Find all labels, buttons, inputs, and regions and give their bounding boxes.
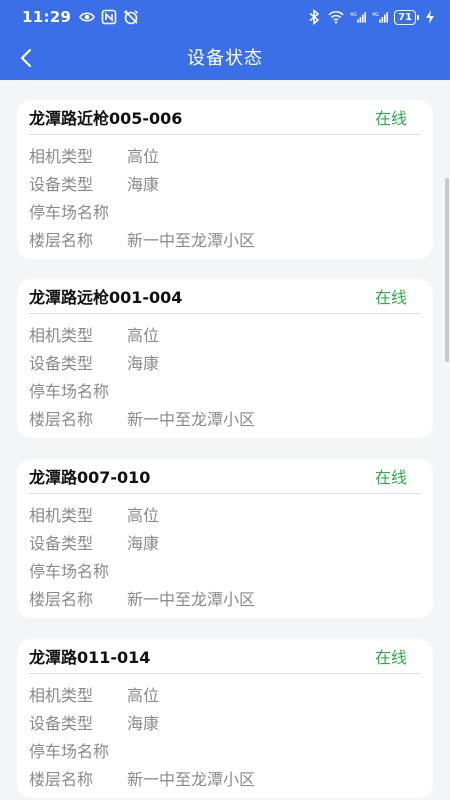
parking-name-row: 停车场名称 (29, 562, 421, 582)
device-status: 在线 (374, 468, 407, 487)
parking-name-label: 停车场名称 (29, 742, 110, 761)
camera-type-label: 相机类型 (29, 147, 94, 166)
device-name: 龙潭路011-014 (29, 648, 151, 667)
status-right-icons: 4G 4G 71 (306, 9, 438, 25)
camera-type-value: 高位 (127, 147, 160, 166)
svg-text:4G: 4G (350, 12, 357, 18)
parking-name-row: 停车场名称 (29, 203, 421, 223)
floor-name-value: 新一中至龙潭小区 (127, 590, 256, 609)
floor-name-label: 楼层名称 (29, 770, 94, 789)
alarm-off-icon (123, 9, 139, 25)
signal-icon-1: 4G (350, 9, 367, 25)
camera-type-row: 相机类型 高位 (29, 147, 421, 167)
parking-name-row: 停车场名称 (29, 382, 421, 402)
camera-type-value: 高位 (127, 686, 160, 705)
wifi-icon (328, 9, 344, 25)
camera-type-row: 相机类型 高位 (29, 506, 421, 526)
device-type-value: 海康 (127, 534, 160, 553)
svg-text:4G: 4G (372, 12, 379, 18)
device-type-row: 设备类型 海康 (29, 714, 421, 734)
device-type-value: 海康 (127, 354, 160, 373)
device-details: 相机类型 高位 设备类型 海康 停车场名称 楼层名称 新一中至龙潭小区 (29, 494, 421, 610)
app-bar: 设备状态 (0, 34, 450, 80)
floor-name-label: 楼层名称 (29, 231, 94, 250)
device-type-value: 海康 (127, 714, 160, 733)
back-button[interactable] (14, 45, 40, 71)
device-type-label: 设备类型 (29, 534, 94, 553)
device-name: 龙潭路远枪001-004 (29, 288, 183, 307)
camera-type-value: 高位 (127, 506, 160, 525)
parking-name-label: 停车场名称 (29, 203, 110, 222)
floor-name-value: 新一中至龙潭小区 (127, 770, 256, 789)
floor-name-label: 楼层名称 (29, 590, 94, 609)
bluetooth-icon (306, 9, 322, 25)
device-details: 相机类型 高位 设备类型 海康 停车场名称 楼层名称 新一中至龙潭小区 (29, 674, 421, 790)
charging-icon (422, 9, 438, 25)
device-name: 龙潭路007-010 (29, 468, 151, 487)
floor-name-row: 楼层名称 新一中至龙潭小区 (29, 770, 421, 790)
device-details: 相机类型 高位 设备类型 海康 停车场名称 楼层名称 新一中至龙潭小区 (29, 135, 421, 251)
eye-icon (79, 9, 96, 25)
device-card[interactable]: 龙潭路近枪005-006 在线 相机类型 高位 设备类型 海康 停车场名称 楼层… (17, 100, 433, 259)
camera-type-value: 高位 (127, 326, 160, 345)
battery-indicator: 71 (394, 9, 419, 25)
signal-icon-2: 4G (372, 9, 389, 25)
device-type-row: 设备类型 海康 (29, 175, 421, 195)
floor-name-value: 新一中至龙潭小区 (127, 410, 256, 429)
floor-name-label: 楼层名称 (29, 410, 94, 429)
page-title: 设备状态 (187, 48, 263, 69)
floor-name-value: 新一中至龙潭小区 (127, 231, 256, 250)
device-type-label: 设备类型 (29, 714, 94, 733)
floor-name-row: 楼层名称 新一中至龙潭小区 (29, 231, 421, 251)
camera-type-row: 相机类型 高位 (29, 326, 421, 346)
floor-name-row: 楼层名称 新一中至龙潭小区 (29, 590, 421, 610)
device-status: 在线 (374, 109, 407, 128)
device-type-label: 设备类型 (29, 354, 94, 373)
device-list[interactable]: 龙潭路近枪005-006 在线 相机类型 高位 设备类型 海康 停车场名称 楼层… (0, 80, 450, 800)
device-card-header: 龙潭路007-010 在线 (29, 459, 421, 494)
device-type-label: 设备类型 (29, 175, 94, 194)
device-details: 相机类型 高位 设备类型 海康 停车场名称 楼层名称 新一中至龙潭小区 (29, 314, 421, 430)
device-type-value: 海康 (127, 175, 160, 194)
camera-type-label: 相机类型 (29, 506, 94, 525)
floor-name-row: 楼层名称 新一中至龙潭小区 (29, 410, 421, 430)
camera-type-row: 相机类型 高位 (29, 686, 421, 706)
device-card[interactable]: 龙潭路011-014 在线 相机类型 高位 设备类型 海康 停车场名称 楼层名称… (17, 639, 433, 798)
status-bar: 11:29 4G 4G 71 (0, 0, 450, 34)
device-type-row: 设备类型 海康 (29, 354, 421, 374)
chevron-left-icon (20, 48, 32, 68)
parking-name-row: 停车场名称 (29, 742, 421, 762)
camera-type-label: 相机类型 (29, 686, 94, 705)
device-card-header: 龙潭路远枪001-004 在线 (29, 279, 421, 314)
device-type-row: 设备类型 海康 (29, 534, 421, 554)
device-status: 在线 (374, 288, 407, 307)
status-time: 11:29 (22, 8, 72, 26)
nfc-icon (101, 9, 117, 25)
scrollbar[interactable] (445, 178, 449, 362)
device-card-header: 龙潭路近枪005-006 在线 (29, 100, 421, 135)
parking-name-label: 停车场名称 (29, 382, 110, 401)
device-card[interactable]: 龙潭路007-010 在线 相机类型 高位 设备类型 海康 停车场名称 楼层名称… (17, 459, 433, 618)
camera-type-label: 相机类型 (29, 326, 94, 345)
device-name: 龙潭路近枪005-006 (29, 109, 183, 128)
device-card-header: 龙潭路011-014 在线 (29, 639, 421, 674)
status-left-icons (79, 9, 139, 25)
device-status: 在线 (374, 648, 407, 667)
device-card[interactable]: 龙潭路远枪001-004 在线 相机类型 高位 设备类型 海康 停车场名称 楼层… (17, 279, 433, 438)
parking-name-label: 停车场名称 (29, 562, 110, 581)
